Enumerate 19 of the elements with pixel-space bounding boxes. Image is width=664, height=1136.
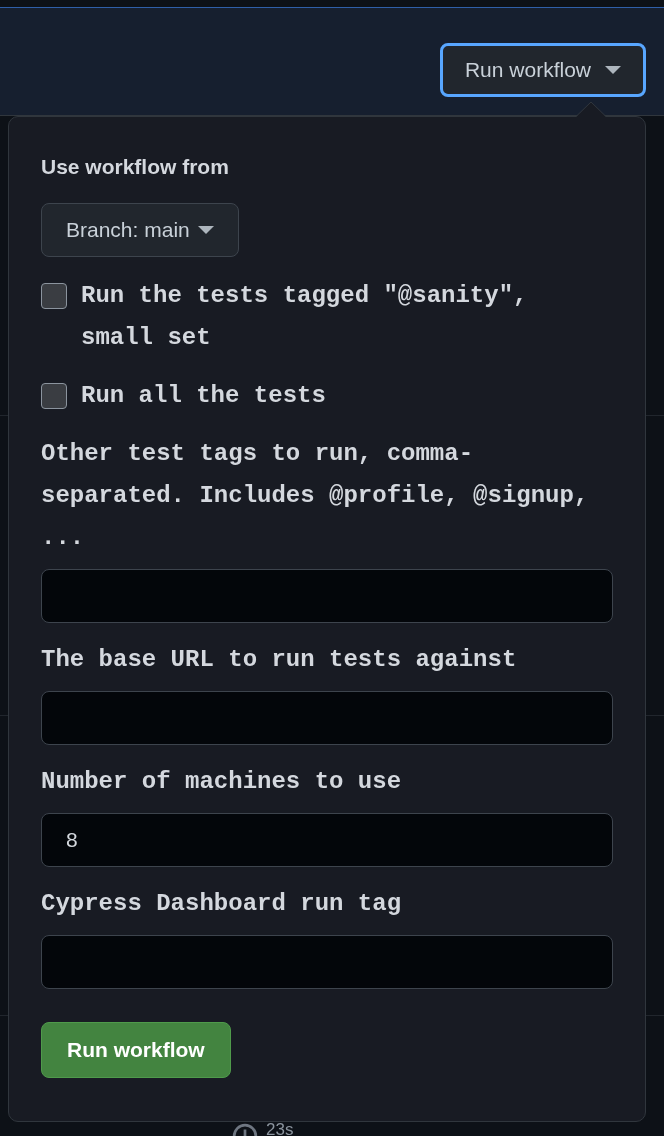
field-label: The base URL to run tests against [41,645,518,675]
field-label: Other test tags to run, comma-separated. Includes @profile, @signup, ... [41,439,590,553]
checkbox-label: Run all the tests [81,381,326,411]
caret-icon [197,226,214,234]
caret-icon [605,66,621,74]
input-field[interactable] [41,691,613,745]
checkbox[interactable] [41,283,67,309]
run-workflow-button[interactable]: Run workflow [439,43,646,97]
checkbox[interactable] [41,383,67,409]
input-field[interactable]: 8 [41,813,613,867]
panel-title: Use workflow from [41,154,230,180]
input-field[interactable] [41,935,613,989]
duration-text: 23s [266,1123,294,1136]
field-label: Cypress Dashboard run tag [41,889,403,919]
checkbox-label: Run the tests tagged "@sanity", small set [81,281,529,353]
run-workflow-button[interactable]: Run workflow [41,1022,231,1078]
field-label: Number of machines to use [41,767,403,797]
input-field[interactable] [41,569,613,623]
branch-select[interactable]: Branch: main [41,203,239,257]
